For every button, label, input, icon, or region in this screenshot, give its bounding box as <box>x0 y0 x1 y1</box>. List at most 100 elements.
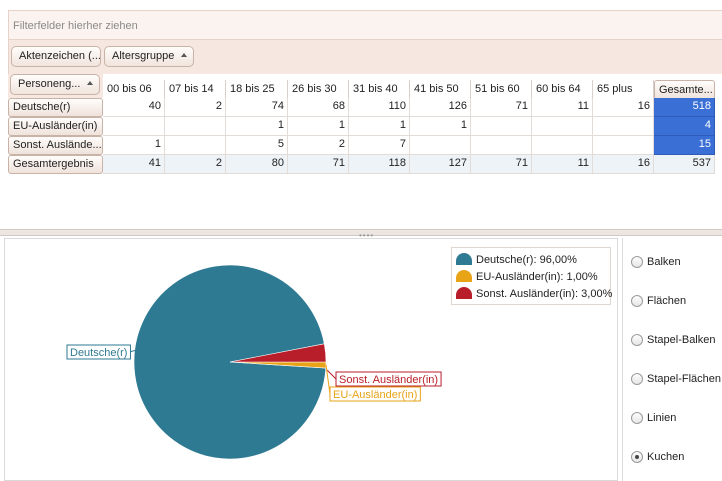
radio-linien[interactable]: Linien <box>631 412 676 428</box>
data-cell[interactable]: 1 <box>410 117 471 136</box>
data-cell[interactable]: 1 <box>226 117 288 136</box>
data-cell[interactable]: 2 <box>288 136 349 155</box>
row-header[interactable]: Gesamtergebnis <box>8 155 103 174</box>
column-header[interactable]: 18 bis 25 <box>226 80 288 100</box>
data-cell[interactable]: 118 <box>349 155 410 174</box>
data-label-text: EU-Ausländer(in) <box>333 389 417 401</box>
data-label-eu-auslaender: EU-Ausländer(in) <box>329 386 421 402</box>
filter-drop-hint: Filterfelder hierher ziehen <box>13 20 138 32</box>
column-field-area: Aktenzeichen (... Altersgruppe <box>8 40 722 74</box>
data-cell[interactable]: 1 <box>288 117 349 136</box>
column-header[interactable]: 65 plus <box>593 80 654 100</box>
radio-indicator <box>631 373 643 385</box>
column-header[interactable]: 07 bis 14 <box>165 80 226 100</box>
data-label-deutsche: Deutsche(r) <box>66 344 131 360</box>
radio-label: Flächen <box>647 295 687 307</box>
filter-drop-zone[interactable]: Filterfelder hierher ziehen <box>8 10 722 40</box>
sort-ascending-icon <box>87 81 94 85</box>
radio-label: Kuchen <box>647 451 685 463</box>
data-cell[interactable] <box>471 136 532 155</box>
data-cell[interactable]: 71 <box>471 155 532 174</box>
radio-stapel-flaechen[interactable]: Stapel-Flächen <box>631 373 721 389</box>
data-cell[interactable]: 5 <box>226 136 288 155</box>
data-cell[interactable] <box>593 117 654 136</box>
data-cell[interactable]: 11 <box>532 155 593 174</box>
data-cell[interactable] <box>165 117 226 136</box>
column-header[interactable]: 31 bis 40 <box>349 80 410 100</box>
total-cell[interactable]: 4 <box>654 117 715 136</box>
field-button-altersgruppe[interactable]: Altersgruppe <box>104 46 194 67</box>
data-cell[interactable]: 74 <box>226 98 288 117</box>
radio-indicator-checked <box>631 451 643 463</box>
data-label-text: Deutsche(r) <box>70 347 127 359</box>
data-cell[interactable] <box>532 117 593 136</box>
column-header[interactable]: 41 bis 50 <box>410 80 471 100</box>
data-cell[interactable] <box>593 136 654 155</box>
radio-balken[interactable]: Balken <box>631 256 681 272</box>
data-cell[interactable]: 71 <box>471 98 532 117</box>
radio-indicator <box>631 256 643 268</box>
radio-kuchen[interactable]: Kuchen <box>631 451 684 467</box>
chart-type-panel: Balken Flächen Stapel-Balken Stapel-Fläc… <box>622 238 722 481</box>
pivot-data-grid: Personeng... 00 bis 06 07 bis 14 18 bis 25… <box>8 74 722 176</box>
data-cell[interactable] <box>410 136 471 155</box>
pivot-grid-panel: Filterfelder hierher ziehen Aktenzeichen… <box>0 0 722 230</box>
data-cell[interactable]: 41 <box>103 155 165 174</box>
radio-label: Linien <box>647 412 677 424</box>
radio-stapel-balken[interactable]: Stapel-Balken <box>631 334 716 350</box>
column-header[interactable]: 00 bis 06 <box>103 80 165 100</box>
column-header[interactable]: 26 bis 30 <box>288 80 349 100</box>
data-cell[interactable]: 1 <box>103 136 165 155</box>
field-button-label: Aktenzeichen (... <box>19 50 101 62</box>
leader-line <box>325 364 331 395</box>
row-header[interactable]: EU-Ausländer(in) <box>8 117 103 136</box>
column-header[interactable]: Gesamte... <box>654 80 715 100</box>
data-cell[interactable]: 16 <box>593 98 654 117</box>
data-cell[interactable]: 16 <box>593 155 654 174</box>
row-field-area: Personeng... <box>8 74 103 98</box>
radio-indicator <box>631 334 643 346</box>
total-cell[interactable]: 518 <box>654 98 715 117</box>
radio-label: Stapel-Balken <box>647 334 716 346</box>
legend-swatch <box>456 253 472 265</box>
data-cell[interactable]: 2 <box>165 155 226 174</box>
data-label-sonst-auslaender: Sonst. Ausländer(in) <box>335 371 442 387</box>
data-cell[interactable]: 110 <box>349 98 410 117</box>
data-cell[interactable]: 1 <box>349 117 410 136</box>
horizontal-splitter[interactable]: •••• <box>0 229 722 240</box>
field-button-personengruppe[interactable]: Personeng... <box>10 74 100 95</box>
leader-line <box>326 369 337 380</box>
column-header[interactable]: 60 bis 64 <box>532 80 593 100</box>
row-header[interactable]: Sonst. Auslände... <box>8 136 103 155</box>
data-cell[interactable]: 71 <box>288 155 349 174</box>
data-cell[interactable]: 68 <box>288 98 349 117</box>
field-button-label: Personeng... <box>18 78 81 90</box>
radio-indicator <box>631 295 643 307</box>
data-cell[interactable] <box>532 136 593 155</box>
data-cell[interactable]: 127 <box>410 155 471 174</box>
legend-swatch <box>456 287 472 299</box>
data-cell[interactable] <box>471 117 532 136</box>
data-cell[interactable]: 40 <box>103 98 165 117</box>
column-header[interactable]: 51 bis 60 <box>471 80 532 100</box>
legend-item-sonst-auslaender: Sonst. Ausländer(in): 3,00% <box>456 287 612 304</box>
total-cell[interactable]: 15 <box>654 136 715 155</box>
sort-ascending-icon <box>181 53 188 57</box>
data-cell[interactable] <box>165 136 226 155</box>
data-cell[interactable] <box>103 117 165 136</box>
radio-label: Stapel-Flächen <box>647 373 721 385</box>
data-cell[interactable]: 7 <box>349 136 410 155</box>
total-cell[interactable]: 537 <box>654 155 715 174</box>
radio-label: Balken <box>647 256 681 268</box>
legend-label: Deutsche(r): 96,00% <box>476 254 577 266</box>
data-cell[interactable]: 126 <box>410 98 471 117</box>
data-cell[interactable]: 11 <box>532 98 593 117</box>
row-header[interactable]: Deutsche(r) <box>8 98 103 117</box>
field-button-aktenzeichen[interactable]: Aktenzeichen (... <box>11 46 101 67</box>
data-cell[interactable]: 80 <box>226 155 288 174</box>
legend-swatch <box>456 270 472 282</box>
radio-flaechen[interactable]: Flächen <box>631 295 686 311</box>
legend-item-eu-auslaender: EU-Ausländer(in): 1,00% <box>456 270 610 287</box>
legend-item-deutsche: Deutsche(r): 96,00% <box>456 253 610 270</box>
data-cell[interactable]: 2 <box>165 98 226 117</box>
